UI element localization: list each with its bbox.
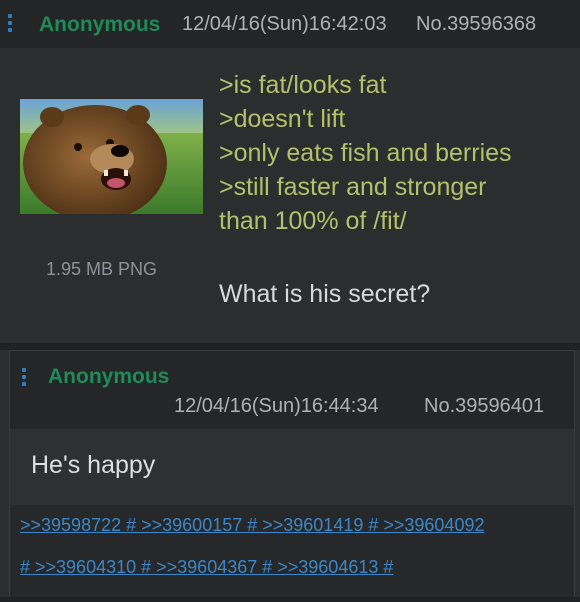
reply-message: He's happy: [31, 451, 156, 479]
reply-menu-icon[interactable]: [22, 368, 26, 386]
reply-container: Anonymous 12/04/16(Sun)16:44:34 No.39596…: [9, 350, 575, 597]
backlink-row[interactable]: >>39598722 # >>39600157 # >>39601419 # >…: [20, 515, 484, 536]
post-header: Anonymous 12/04/16(Sun)16:42:03 No.39596…: [0, 0, 580, 48]
poster-name: Anonymous: [39, 13, 161, 36]
post-message: What is his secret?: [219, 280, 431, 308]
greentext-line: >still faster and stronger: [219, 173, 487, 201]
post-menu-icon[interactable]: [8, 14, 12, 32]
backlinks: >>39598722 # >>39600157 # >>39601419 # >…: [10, 505, 574, 597]
reply-poster-name: Anonymous: [48, 365, 170, 388]
greentext-line: than 100% of /fit/: [219, 207, 407, 235]
op-post: Anonymous 12/04/16(Sun)16:42:03 No.39596…: [0, 0, 580, 343]
reply-header: Anonymous 12/04/16(Sun)16:44:34 No.39596…: [10, 351, 574, 429]
reply-datetime: 12/04/16(Sun)16:44:34: [174, 395, 379, 417]
post-number[interactable]: No.39596368: [416, 13, 536, 36]
post-datetime: 12/04/16(Sun)16:42:03: [182, 13, 387, 35]
bear-thumbnail-image[interactable]: [20, 99, 203, 214]
greentext-line: >doesn't lift: [219, 105, 346, 133]
file-info: 1.95 MB PNG: [46, 259, 158, 279]
greentext-line: >is fat/looks fat: [219, 71, 387, 99]
reply-post: Anonymous 12/04/16(Sun)16:44:34 No.39596…: [0, 350, 580, 597]
reply-post-number[interactable]: No.39596401: [424, 395, 544, 418]
greentext-line: >only eats fish and berries: [219, 139, 512, 167]
backlink-row[interactable]: # >>39604310 # >>39604367 # >>39604613 #: [20, 557, 393, 578]
greentext-block: >is fat/looks fat >doesn't lift >only ea…: [219, 68, 512, 238]
